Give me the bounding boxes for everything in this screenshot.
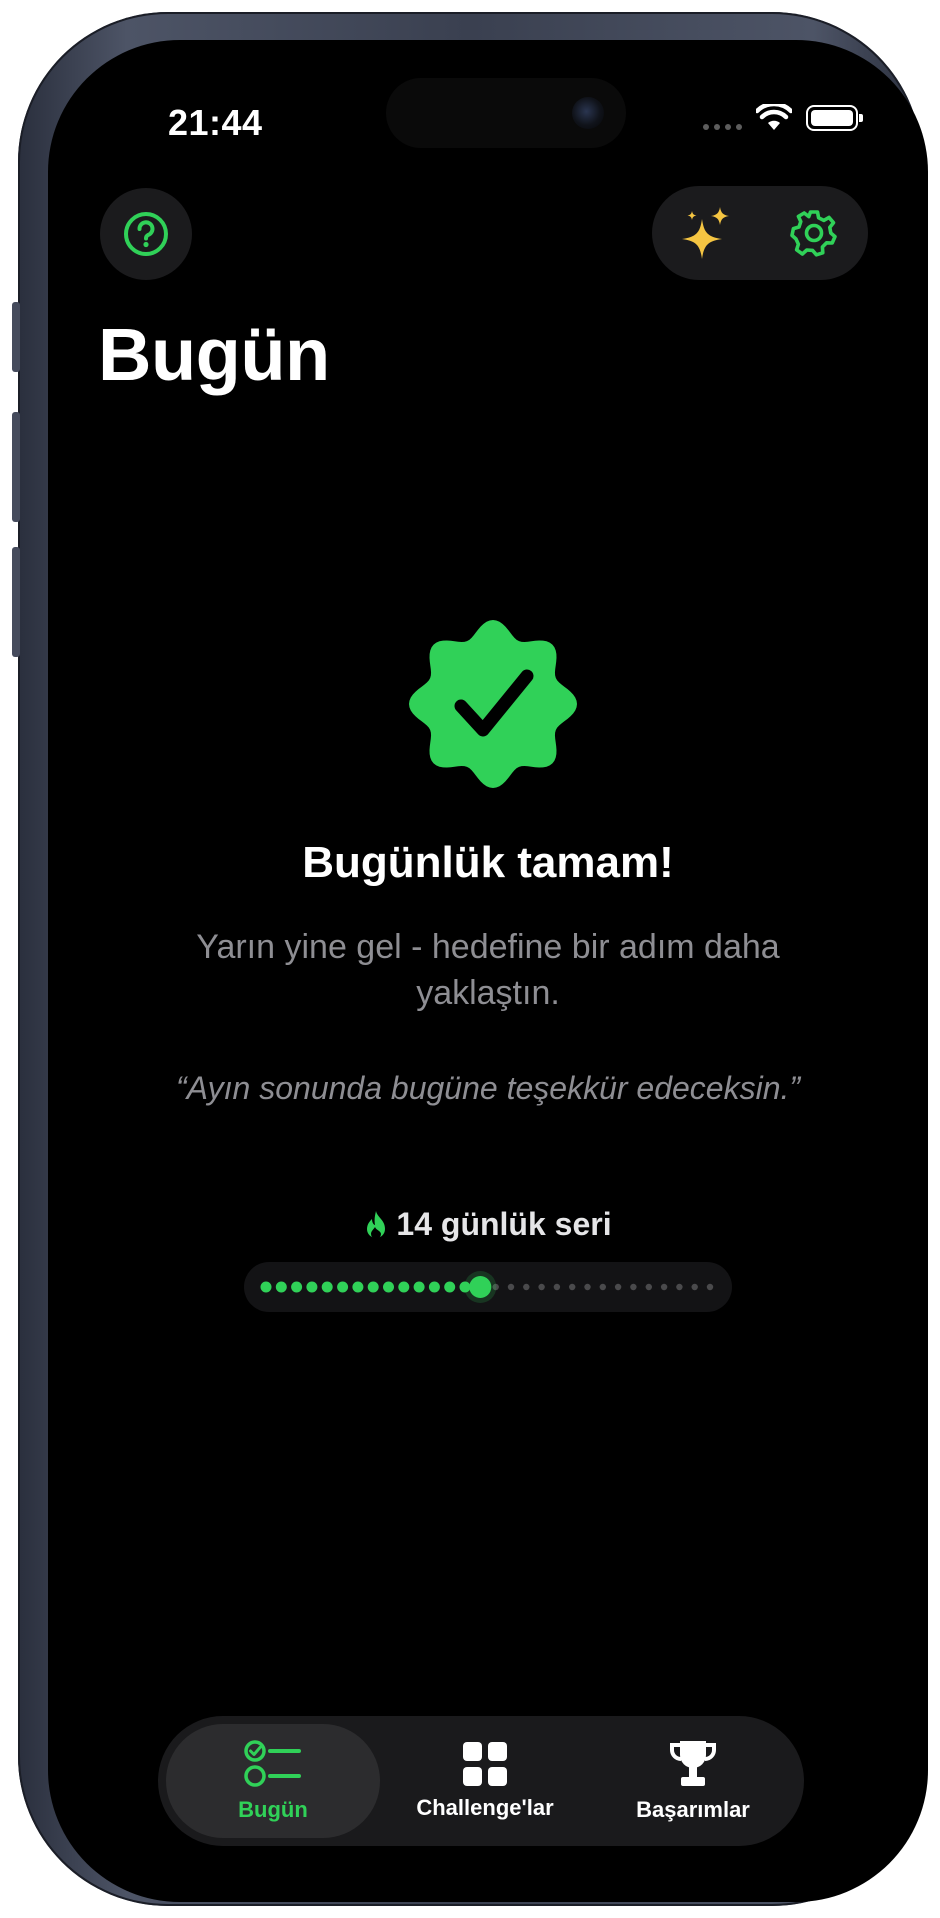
volume-down-button — [12, 547, 20, 657]
streak-dots — [260, 1271, 714, 1303]
streak-day-dot — [260, 1281, 272, 1293]
settings-button[interactable] — [784, 203, 844, 263]
checklist-icon — [244, 1740, 301, 1787]
streak-day-dot — [660, 1283, 668, 1291]
header-actions — [652, 186, 868, 280]
gear-icon — [790, 210, 837, 257]
battery-icon — [806, 105, 863, 131]
streak-day-dot — [614, 1283, 622, 1291]
cellular-signal-icon — [703, 106, 742, 130]
phone-frame: 21:44 Bugün Bugünlük tamam! Yarın yine g… — [12, 12, 928, 1906]
tab-challenges[interactable]: Challenge'lar — [380, 1724, 590, 1838]
sparkles-button[interactable] — [676, 203, 736, 263]
streak-day-dot — [676, 1283, 683, 1291]
volume-up-button — [12, 412, 20, 522]
tab-label: Bugün — [238, 1797, 308, 1822]
streak-day-dot — [538, 1283, 545, 1291]
streak-day-dot — [321, 1281, 333, 1293]
action-button — [12, 302, 20, 372]
streak-day-dot — [599, 1283, 606, 1291]
streak-progress — [244, 1262, 732, 1312]
streak-day-dot — [523, 1283, 530, 1291]
status-time: 21:44 — [168, 102, 263, 143]
streak-day-dot — [275, 1281, 287, 1293]
streak-day-dot — [691, 1283, 698, 1291]
streak-label: 14 günlük seri — [48, 1206, 928, 1243]
wifi-icon — [756, 104, 792, 130]
completion-title: Bugünlük tamam! — [302, 838, 674, 887]
motivational-quote: “Ayın sonunda bugüne teşekkür edeceksin.… — [175, 1070, 801, 1106]
front-camera-icon — [572, 97, 604, 129]
streak-day-dot — [413, 1281, 425, 1293]
page-title: Bugün — [98, 313, 330, 396]
streak-day-dot — [444, 1281, 456, 1293]
streak-day-dot — [352, 1281, 364, 1293]
streak-day-dot — [337, 1281, 349, 1293]
streak-day-dot — [306, 1281, 318, 1293]
streak-day-dot — [507, 1283, 515, 1291]
streak-day-dot — [645, 1283, 652, 1291]
dynamic-island — [386, 78, 626, 148]
streak-text: 14 günlük seri — [396, 1206, 612, 1242]
streak-day-dot — [584, 1283, 591, 1291]
screen: 21:44 Bugün Bugünlük tamam! Yarın yine g… — [48, 40, 928, 1902]
question-circle-icon — [124, 212, 168, 256]
status-indicators — [703, 104, 863, 132]
streak-day-dot — [398, 1281, 410, 1293]
trophy-icon — [670, 1741, 716, 1786]
streak-day-dot — [569, 1283, 576, 1291]
help-button[interactable] — [100, 188, 192, 280]
streak-day-dot — [428, 1281, 440, 1293]
sparkles-icon — [682, 207, 729, 259]
grid-icon — [463, 1742, 507, 1786]
streak-day-dot — [630, 1283, 637, 1291]
flame-icon — [367, 1210, 386, 1239]
tab-bar: Bugün Challenge'lar Başarımlar — [158, 1716, 804, 1846]
checkmark-seal-icon — [409, 620, 577, 788]
streak-day-dot — [553, 1283, 561, 1291]
tab-today[interactable]: Bugün — [166, 1724, 380, 1838]
completion-subtitle: Yarın yine gel - hedefine bir adım daha … — [196, 928, 780, 1012]
streak-day-dot — [383, 1281, 394, 1293]
streak-day-dot — [291, 1281, 303, 1293]
tab-achievements[interactable]: Başarımlar — [590, 1724, 796, 1838]
tab-label: Başarımlar — [636, 1797, 750, 1822]
tab-label: Challenge'lar — [416, 1795, 554, 1820]
streak-day-dot — [706, 1283, 714, 1291]
streak-current-day-dot — [469, 1276, 492, 1298]
streak-day-dot — [367, 1281, 379, 1293]
